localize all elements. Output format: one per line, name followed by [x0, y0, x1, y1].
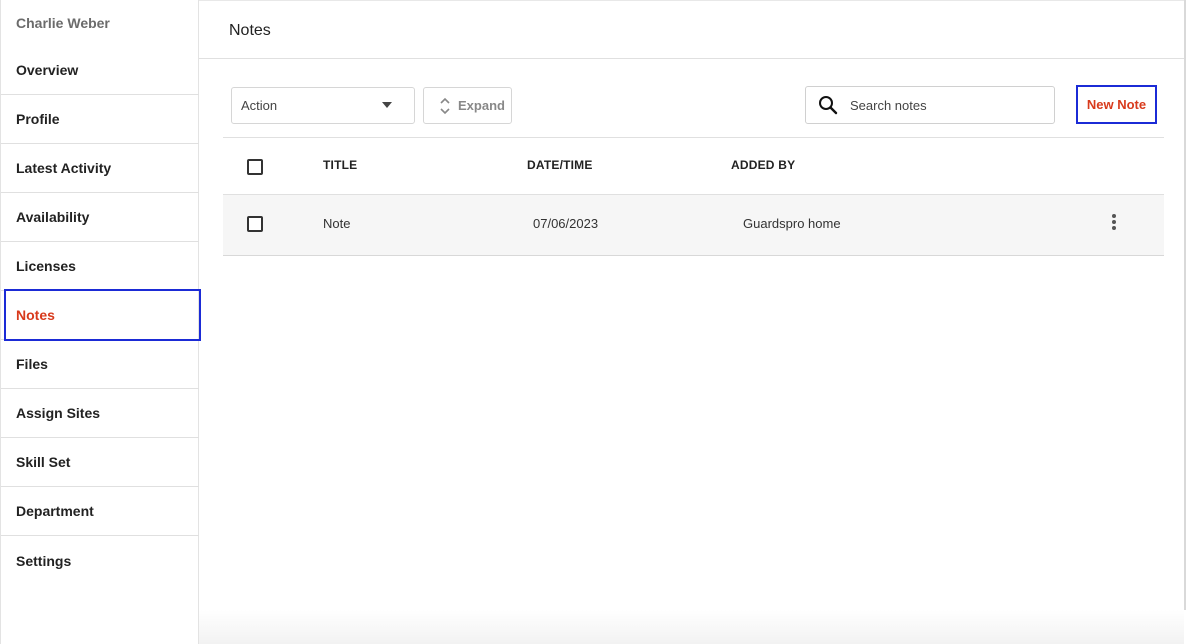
- note-added-by: Guardspro home: [743, 216, 841, 231]
- sidebar: Charlie Weber Overview Profile Latest Ac…: [0, 0, 201, 644]
- sidebar-item-assign-sites[interactable]: Assign Sites: [1, 389, 199, 438]
- app-window: Charlie Weber Overview Profile Latest Ac…: [0, 0, 1186, 644]
- note-title: Note: [323, 216, 351, 231]
- notes-table: TITLE DATE/TIME ADDED BY Note 07/06/2023…: [223, 137, 1164, 256]
- row-checkbox[interactable]: [247, 216, 263, 232]
- sidebar-item-department[interactable]: Department: [1, 487, 199, 536]
- sidebar-item-profile[interactable]: Profile: [1, 95, 199, 144]
- sidebar-item-licenses[interactable]: Licenses: [1, 242, 199, 291]
- expand-button-label: Expand: [458, 98, 505, 113]
- sidebar-item-latest-activity[interactable]: Latest Activity: [1, 144, 199, 193]
- expand-button[interactable]: Expand: [423, 87, 512, 124]
- sidebar-user-name: Charlie Weber: [16, 15, 110, 31]
- search-box[interactable]: [805, 86, 1055, 124]
- sidebar-item-availability[interactable]: Availability: [1, 193, 199, 242]
- action-dropdown-label: Action: [241, 98, 278, 113]
- caret-down-icon: [382, 102, 392, 108]
- bottom-fade: [199, 610, 1184, 644]
- table-header: TITLE DATE/TIME ADDED BY: [223, 138, 1164, 195]
- more-vertical-icon[interactable]: [1107, 212, 1121, 232]
- sidebar-item-files[interactable]: Files: [1, 340, 199, 389]
- search-input[interactable]: [850, 97, 1030, 113]
- sidebar-item-overview[interactable]: Overview: [1, 46, 199, 95]
- action-dropdown[interactable]: Action: [231, 87, 415, 124]
- table-row[interactable]: Note 07/06/2023 Guardspro home: [223, 195, 1164, 256]
- page-header: Notes: [199, 0, 1184, 59]
- expand-icon: [440, 97, 450, 114]
- search-icon: [819, 96, 838, 115]
- sidebar-list: Overview Profile Latest Activity Availab…: [1, 46, 201, 585]
- column-header-added-by[interactable]: ADDED BY: [731, 158, 795, 172]
- sidebar-item-notes[interactable]: Notes: [1, 289, 201, 341]
- note-date: 07/06/2023: [533, 216, 599, 231]
- select-all-checkbox[interactable]: [247, 159, 263, 175]
- sidebar-item-settings[interactable]: Settings: [1, 536, 199, 585]
- page-title: Notes: [229, 22, 271, 39]
- column-header-title[interactable]: TITLE: [323, 158, 357, 172]
- column-header-date[interactable]: DATE/TIME: [527, 158, 593, 172]
- new-note-button[interactable]: New Note: [1076, 85, 1157, 124]
- sidebar-item-skill-set[interactable]: Skill Set: [1, 438, 199, 487]
